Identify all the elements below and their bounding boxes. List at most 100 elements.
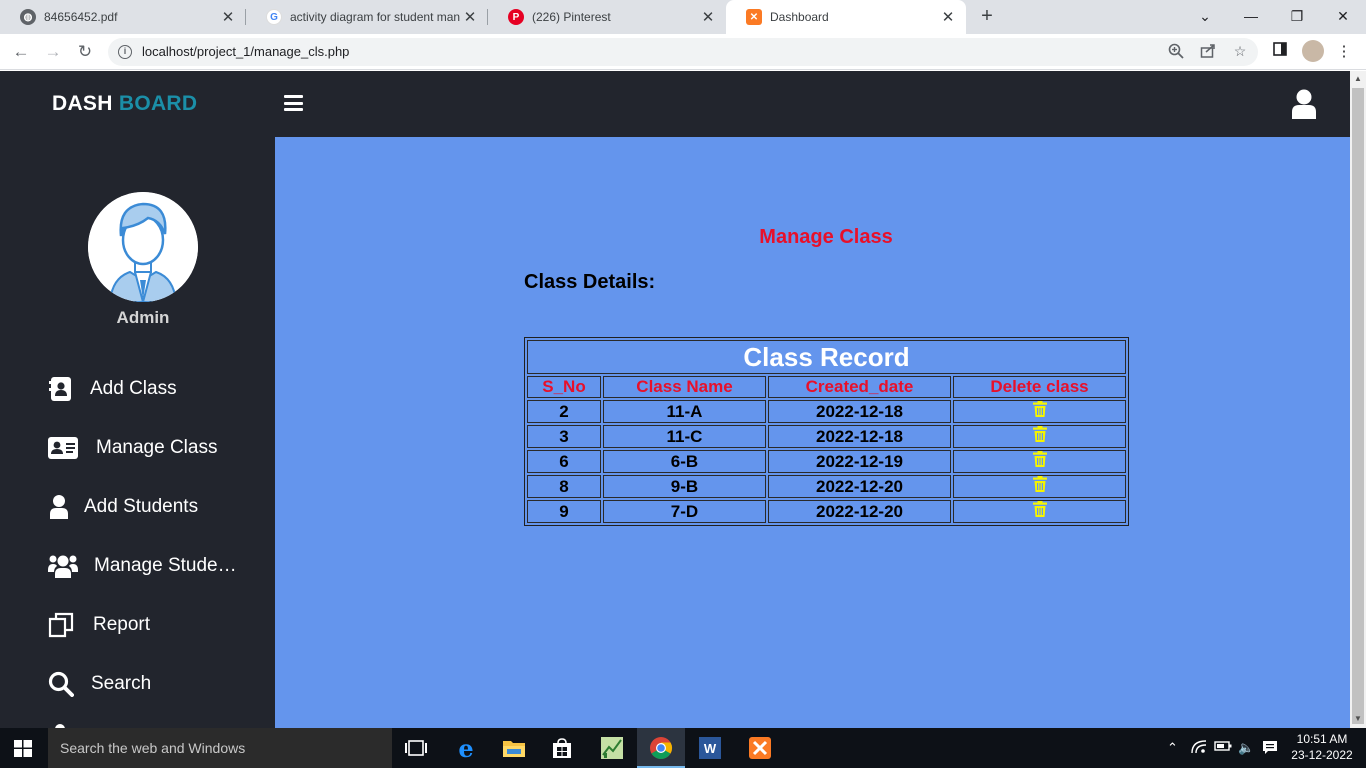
chrome-menu-icon[interactable]: ⋮ bbox=[1334, 42, 1354, 62]
pinterest-icon: P bbox=[508, 9, 524, 25]
copy-icon bbox=[48, 612, 74, 638]
chart-app-icon[interactable] bbox=[588, 728, 636, 768]
back-button[interactable]: ← bbox=[8, 39, 34, 65]
admin-name: Admin bbox=[116, 308, 170, 327]
user-profile-icon[interactable] bbox=[1290, 89, 1318, 119]
user-icon bbox=[48, 494, 70, 520]
store-icon[interactable] bbox=[538, 728, 586, 768]
address-bar[interactable]: i localhost/project_1/manage_cls.php ☆ bbox=[108, 38, 1258, 66]
windows-start-icon[interactable] bbox=[14, 740, 32, 757]
close-tab-icon[interactable]: ✕ bbox=[218, 8, 238, 26]
sidebar-item-add-students[interactable]: Add Students bbox=[48, 490, 198, 524]
tab-pdf[interactable]: ◍ 84656452.pdf ✕ bbox=[0, 0, 246, 34]
trash-icon[interactable] bbox=[1032, 426, 1047, 446]
xampp-icon: ✕ bbox=[746, 9, 762, 25]
address-book-icon bbox=[48, 376, 74, 402]
windows-taskbar: Search the web and Windows e W ⌃ 🔈 10:51… bbox=[0, 728, 1366, 768]
trash-icon[interactable] bbox=[1032, 401, 1047, 421]
clock-date: 23-12-2022 bbox=[1291, 748, 1353, 762]
cell-created-date: 2022-12-18 bbox=[768, 400, 951, 423]
scrollbar-thumb[interactable] bbox=[1352, 88, 1364, 724]
tray-chevron-icon[interactable]: ⌃ bbox=[1167, 740, 1178, 756]
users-icon bbox=[48, 553, 78, 579]
tab-title: 84656452.pdf bbox=[44, 10, 118, 24]
cell-delete bbox=[953, 425, 1126, 448]
cell-class-name: 11-C bbox=[603, 425, 766, 448]
trash-icon[interactable] bbox=[1032, 501, 1047, 521]
chrome-icon[interactable] bbox=[637, 728, 685, 768]
file-explorer-icon[interactable] bbox=[490, 728, 538, 768]
header-class-name: Class Name bbox=[603, 376, 766, 398]
new-tab-button[interactable]: + bbox=[976, 5, 998, 27]
zoom-icon[interactable] bbox=[1166, 43, 1186, 61]
cell-s-no: 6 bbox=[527, 450, 601, 473]
close-tab-icon[interactable]: ✕ bbox=[698, 8, 718, 26]
cell-delete bbox=[953, 450, 1126, 473]
cell-s-no: 3 bbox=[527, 425, 601, 448]
class-record-table: Class Record S_No Class Name Created_dat… bbox=[524, 337, 1129, 526]
brand-part2: BOARD bbox=[118, 92, 198, 115]
word-icon[interactable]: W bbox=[686, 728, 734, 768]
volume-icon[interactable]: 🔈 bbox=[1238, 740, 1254, 756]
cell-delete bbox=[953, 400, 1126, 423]
close-window-button[interactable]: ✕ bbox=[1328, 4, 1358, 28]
scroll-up-icon[interactable]: ▲ bbox=[1354, 74, 1362, 83]
table-row: 2 11-A 2022-12-18 bbox=[527, 400, 1126, 423]
forward-button[interactable]: → bbox=[40, 39, 66, 65]
taskbar-search-box[interactable]: Search the web and Windows bbox=[48, 728, 392, 768]
cell-delete bbox=[953, 500, 1126, 523]
side-panel-icon[interactable] bbox=[1270, 42, 1290, 62]
profile-avatar[interactable] bbox=[1302, 40, 1324, 62]
tab-title: activity diagram for student man bbox=[290, 10, 460, 24]
trash-icon[interactable] bbox=[1032, 476, 1047, 496]
table-row: 9 7-D 2022-12-20 bbox=[527, 500, 1126, 523]
sidebar-item-manage-students[interactable]: Manage Stude… bbox=[48, 549, 237, 583]
battery-icon[interactable] bbox=[1214, 740, 1232, 755]
cell-class-name: 9-B bbox=[603, 475, 766, 498]
restore-button[interactable]: ❐ bbox=[1282, 4, 1312, 28]
reload-button[interactable]: ↻ bbox=[72, 39, 98, 65]
id-card-icon bbox=[48, 435, 78, 461]
tab-search-icon[interactable]: ⌄ bbox=[1190, 4, 1220, 28]
xampp-icon[interactable] bbox=[736, 728, 784, 768]
table-row: 6 6-B 2022-12-19 bbox=[527, 450, 1126, 473]
bookmark-star-icon[interactable]: ☆ bbox=[1230, 43, 1250, 61]
sidebar-item-manage-class[interactable]: Manage Class bbox=[48, 431, 217, 465]
sidebar-item-search[interactable]: Search bbox=[48, 667, 151, 701]
close-tab-icon[interactable]: ✕ bbox=[938, 8, 958, 26]
search-icon bbox=[48, 671, 74, 697]
task-view-icon[interactable] bbox=[392, 728, 440, 768]
browser-toolbar: ← → ↻ i localhost/project_1/manage_cls.p… bbox=[0, 34, 1366, 70]
sidebar-item-label: Search bbox=[91, 673, 152, 694]
table-header-row: S_No Class Name Created_date Delete clas… bbox=[527, 376, 1126, 398]
taskbar-clock[interactable]: 10:51 AM 23-12-2022 bbox=[1290, 731, 1354, 763]
table-row: 8 9-B 2022-12-20 bbox=[527, 475, 1126, 498]
minimize-button[interactable]: — bbox=[1236, 4, 1266, 28]
brand-part1: DASH bbox=[52, 92, 113, 115]
page-title: Manage Class bbox=[759, 226, 893, 248]
globe-icon: ◍ bbox=[20, 9, 36, 25]
sidebar-item-report[interactable]: Report bbox=[48, 608, 150, 642]
header-created-date: Created_date bbox=[768, 376, 951, 398]
tab-dashboard[interactable]: ✕ Dashboard ✕ bbox=[726, 0, 966, 34]
notification-icon[interactable] bbox=[1262, 740, 1278, 758]
scroll-down-icon[interactable]: ▼ bbox=[1354, 714, 1362, 723]
cell-s-no: 9 bbox=[527, 500, 601, 523]
share-icon[interactable] bbox=[1198, 43, 1218, 61]
tab-pinterest[interactable]: P (226) Pinterest ✕ bbox=[488, 0, 726, 34]
hamburger-menu-icon[interactable] bbox=[284, 95, 303, 111]
cell-class-name: 11-A bbox=[603, 400, 766, 423]
browser-tab-strip: ◍ 84656452.pdf ✕ G activity diagram for … bbox=[0, 0, 1366, 34]
tab-google[interactable]: G activity diagram for student man ✕ bbox=[246, 0, 488, 34]
close-tab-icon[interactable]: ✕ bbox=[460, 8, 480, 26]
site-info-icon[interactable]: i bbox=[118, 45, 132, 59]
trash-icon[interactable] bbox=[1032, 451, 1047, 471]
edge-icon[interactable]: e bbox=[442, 728, 490, 768]
sidebar-item-label: Add Class bbox=[90, 378, 177, 399]
page-scrollbar[interactable]: ▲ ▼ bbox=[1350, 71, 1366, 728]
wifi-icon[interactable] bbox=[1191, 740, 1207, 757]
main-content: Manage Class Class Details: Class Record… bbox=[275, 137, 1350, 728]
sidebar-item-add-class[interactable]: Add Class bbox=[48, 372, 177, 406]
cell-class-name: 6-B bbox=[603, 450, 766, 473]
brand-logo[interactable]: DASH BOARD bbox=[52, 92, 197, 116]
